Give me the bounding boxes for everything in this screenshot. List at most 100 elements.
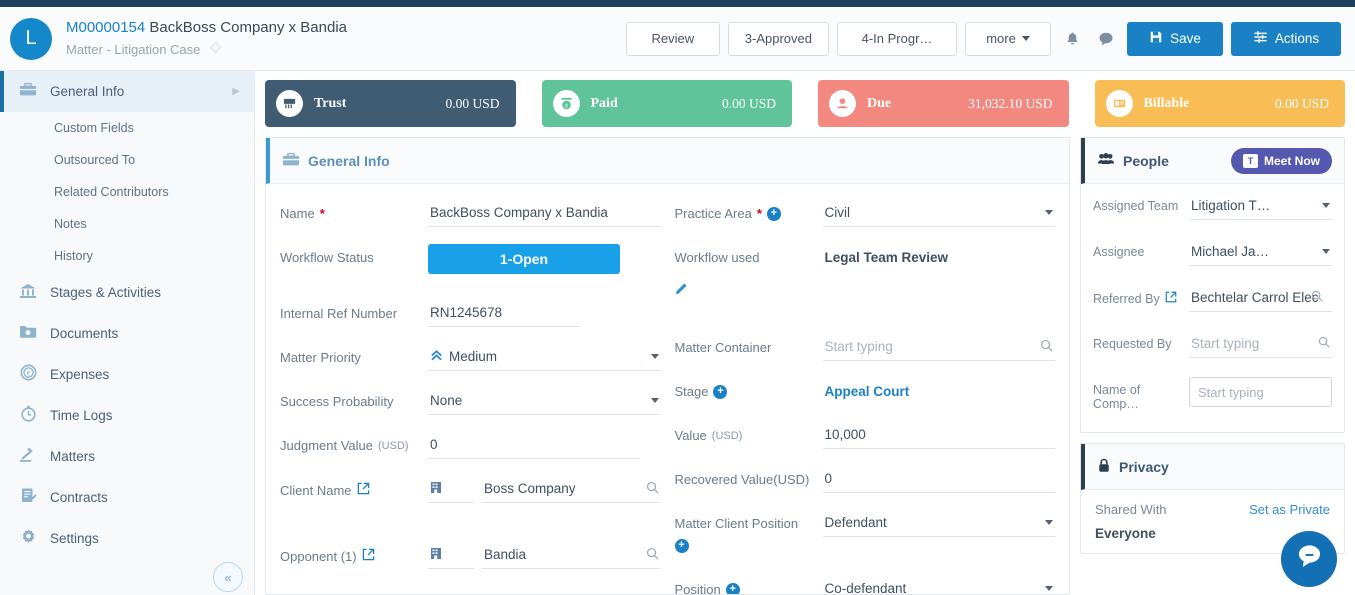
- sidebar-collapse-button[interactable]: «: [213, 562, 243, 592]
- field-label: Workflow Status: [280, 240, 428, 265]
- field-value: 10,000: [822, 418, 1055, 449]
- matter-client-position-select[interactable]: Defendant: [822, 510, 1055, 537]
- meet-now-button[interactable]: T Meet Now: [1230, 147, 1332, 174]
- kpi-card-paid[interactable]: $ Paid 0.00 USD: [541, 80, 792, 127]
- title-block: M00000154 BackBoss Company x Bandia Matt…: [66, 19, 347, 58]
- add-icon[interactable]: +: [674, 539, 689, 553]
- chevron-down-icon: [1322, 203, 1330, 208]
- approved-button[interactable]: 3-Approved: [727, 21, 829, 56]
- sidebar-subitem-notes[interactable]: Notes: [0, 208, 254, 240]
- add-icon[interactable]: +: [713, 384, 728, 399]
- requested-by-placeholder: Start typing: [1191, 336, 1260, 351]
- value-input[interactable]: 10,000: [822, 422, 1055, 449]
- position-value: Co-defendant: [824, 581, 907, 594]
- chevron-down-icon: [1045, 210, 1053, 215]
- general-info-card-title: General Info: [308, 152, 390, 169]
- success-probability-select[interactable]: None: [428, 388, 661, 415]
- kpi-label: Due: [867, 95, 892, 111]
- field-label: Requested By: [1093, 328, 1189, 351]
- field-judgment-value: Judgment Value (USD) 0: [280, 428, 661, 472]
- client-type-picker[interactable]: [428, 476, 474, 503]
- sidebar-item-settings[interactable]: Settings: [0, 518, 254, 559]
- opponent-search-input[interactable]: Bandia: [482, 542, 661, 569]
- search-icon[interactable]: [1318, 336, 1330, 351]
- value-text: 10,000: [824, 427, 866, 442]
- recovered-value-input[interactable]: 0: [822, 466, 1055, 493]
- gear-icon: [18, 528, 38, 549]
- matter-priority-select[interactable]: Medium: [428, 344, 661, 371]
- chat-widget-button[interactable]: [1281, 531, 1337, 587]
- teams-icon: T: [1242, 153, 1258, 168]
- name-input[interactable]: BackBoss Company x Bandia: [428, 200, 661, 227]
- opponent-type-picker[interactable]: [428, 542, 474, 569]
- workflow-status-chip[interactable]: 1-Open: [428, 244, 620, 274]
- privacy-card-header: Privacy: [1081, 444, 1344, 490]
- review-button[interactable]: Review: [625, 21, 720, 56]
- sidebar-subitem-outsourced-to[interactable]: Outsourced To: [0, 144, 254, 176]
- chat-bubble-icon[interactable]: [1093, 24, 1119, 54]
- sidebar-item-documents[interactable]: Documents: [0, 313, 254, 354]
- name-of-company-input[interactable]: Start typing: [1189, 377, 1332, 407]
- sidebar-item-stages-activities[interactable]: Stages & Activities: [0, 272, 254, 313]
- in-progress-button[interactable]: 4-In Progr…: [837, 21, 957, 56]
- referred-by-input[interactable]: Bechtelar Carrol Elec: [1189, 285, 1332, 312]
- internal-ref-input[interactable]: RN1245678: [428, 300, 580, 327]
- external-link-icon[interactable]: [357, 482, 370, 498]
- field-position: Position + Co-defendant: [675, 572, 1056, 594]
- sidebar-subitem-history[interactable]: History: [0, 240, 254, 272]
- set-as-private-link[interactable]: Set as Private: [1249, 502, 1330, 517]
- sidebar-item-label: Time Logs: [50, 408, 113, 423]
- kpi-value: 0.00 USD: [1274, 95, 1329, 111]
- header-actions: Review 3-Approved 4-In Progr… more Save: [625, 21, 1341, 56]
- search-icon[interactable]: [1311, 290, 1323, 305]
- search-icon[interactable]: [646, 481, 659, 497]
- sidebar-subitem-related-contributors[interactable]: Related Contributors: [0, 176, 254, 208]
- external-link-icon[interactable]: [362, 548, 375, 564]
- sidebar-item-general-info[interactable]: General Info ▶: [0, 71, 254, 112]
- matter-container-input[interactable]: Start typing: [822, 334, 1055, 361]
- sidebar-subitem-label: Related Contributors: [54, 185, 169, 199]
- sidebar-item-matters[interactable]: Matters: [0, 436, 254, 477]
- assigned-team-select[interactable]: Litigation T…: [1189, 193, 1332, 220]
- sidebar-subitem-custom-fields[interactable]: Custom Fields: [0, 112, 254, 144]
- sidebar-subitem-label: Notes: [54, 217, 87, 231]
- add-icon[interactable]: +: [725, 582, 740, 594]
- kpi-card-billable[interactable]: Billable 0.00 USD: [1094, 80, 1345, 127]
- assignee-value: Michael Ja…: [1191, 244, 1270, 259]
- client-name-search-input[interactable]: Boss Company: [482, 476, 661, 503]
- field-value: Appeal Court: [823, 374, 1056, 405]
- sidebar-item-time-logs[interactable]: Time Logs: [0, 395, 254, 436]
- stage-value-wrap[interactable]: Appeal Court: [823, 378, 1056, 405]
- gavel-icon: [18, 447, 38, 467]
- judgment-value-input[interactable]: 0: [428, 432, 640, 459]
- assignee-select[interactable]: Michael Ja…: [1189, 239, 1332, 266]
- field-assignee: Assignee Michael Ja…: [1093, 236, 1332, 282]
- practice-area-select[interactable]: Civil: [822, 200, 1055, 227]
- sidebar-item-expenses[interactable]: € Expenses: [0, 354, 254, 395]
- external-link-icon[interactable]: [1165, 291, 1177, 306]
- more-button[interactable]: more: [965, 21, 1051, 56]
- save-button[interactable]: Save: [1127, 21, 1223, 56]
- matter-client-position-label: Matter Client Position: [674, 516, 799, 531]
- briefcase-icon: [18, 82, 38, 101]
- matter-priority-label: Matter Priority: [280, 350, 361, 365]
- sidebar-item-label: Matters: [50, 449, 96, 464]
- field-label: Matter Client Position +: [674, 506, 823, 553]
- add-icon[interactable]: +: [766, 206, 781, 221]
- field-label: Value (USD): [675, 418, 823, 443]
- field-value: Boss Company: [428, 472, 661, 503]
- bell-icon[interactable]: [1059, 24, 1085, 54]
- requested-by-input[interactable]: Start typing: [1189, 331, 1332, 358]
- kpi-card-due[interactable]: Due 31,032.10 USD: [818, 80, 1069, 127]
- more-label: more: [986, 31, 1016, 46]
- kpi-card-trust[interactable]: Trust 0.00 USD: [265, 80, 516, 127]
- pencil-edit-icon[interactable]: [675, 275, 689, 298]
- sidebar-item-contracts[interactable]: Contracts: [0, 477, 254, 518]
- actions-button[interactable]: Actions: [1231, 21, 1341, 56]
- matter-container-label: Matter Container: [674, 340, 772, 355]
- search-icon[interactable]: [1040, 339, 1053, 355]
- stage-label: Stage: [674, 384, 709, 399]
- position-select[interactable]: Co-defendant: [823, 576, 1056, 594]
- content-area: Trust 0.00 USD $ Paid 0.00 USD Due 31,03…: [255, 71, 1355, 595]
- search-icon[interactable]: [646, 547, 659, 563]
